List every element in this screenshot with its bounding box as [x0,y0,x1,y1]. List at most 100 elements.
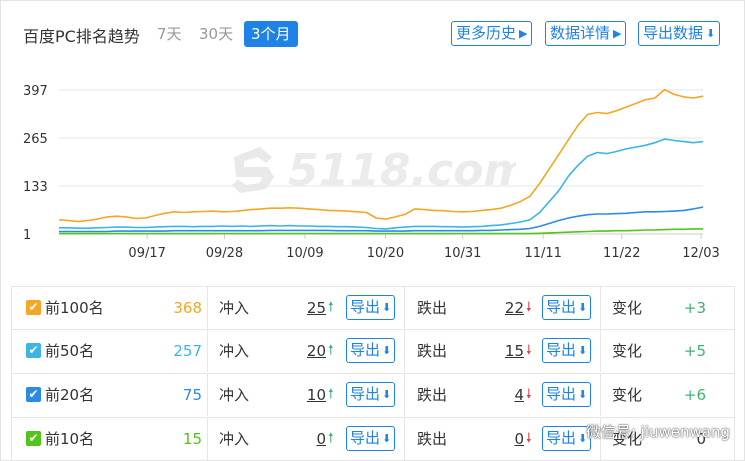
check-icon[interactable]: ✔ [26,431,41,446]
export-label: 导出 [350,385,381,403]
check-icon[interactable]: ✔ [26,300,41,315]
data-details-button[interactable]: 数据详情 ▶ [545,21,627,46]
arrow-down-icon: 🠗 [526,300,532,315]
row-count: 257 [173,342,202,360]
trend-chart: 397 265 133 1 09/17 09/28 10/09 10/20 10/31 11/11… [11,63,735,279]
x-tick-label: 11/22 [603,246,640,261]
panel-title: 百度PC排名趋势 [23,27,140,46]
in-label: 冲入 [219,430,250,448]
divider [207,418,208,460]
export-label: 导出 [546,341,577,359]
export-out-button[interactable]: 导出 ⬇ [542,338,592,363]
row-label: 前50名 [45,342,95,360]
export-in-button[interactable]: 导出 ⬇ [346,295,396,320]
export-label: 导出 [350,298,381,316]
divider [600,330,601,372]
export-out-button[interactable]: 导出 ⬇ [542,426,592,451]
row-count: 15 [182,430,202,448]
divider [207,330,208,372]
change-value: +5 [683,342,706,360]
divider [600,287,601,329]
check-icon[interactable]: ✔ [26,343,41,358]
tab-3-months[interactable]: 3个月 [244,21,298,47]
y-tick-label: 1 [23,228,31,243]
check-icon[interactable]: ✔ [26,387,41,402]
export-data-button[interactable]: 导出数据 ⬇ [638,21,721,46]
export-in-button[interactable]: 导出 ⬇ [346,338,396,363]
in-label: 冲入 [219,342,250,360]
divider [600,374,601,416]
download-icon: ⬇ [382,432,392,445]
in-value[interactable]: 25 [296,287,326,329]
download-icon: ⬇ [382,388,392,401]
in-value[interactable]: 20 [296,330,326,372]
divider [207,374,208,416]
out-label: 跌出 [417,386,448,404]
export-data-label: 导出数据 [643,24,704,42]
divider [404,374,405,416]
tab-30-days[interactable]: 30天 [195,21,237,47]
arrow-up-icon: 🠕 [328,300,334,315]
export-label: 导出 [546,385,577,403]
x-tick-label: 10/31 [444,246,481,261]
download-icon: ⬇ [578,301,588,314]
x-tick-label: 10/20 [367,246,404,261]
stats-row: ✔ 前100名 368 冲入 25 🠕 导出 ⬇ 跌出 22 🠗 导出 ⬇ 变化 +… [11,286,735,330]
x-tick-label: 09/28 [206,246,243,261]
x-tick-label: 09/17 [128,246,165,261]
out-label: 跌出 [417,342,448,360]
more-history-button[interactable]: 更多历史 ▶ [451,21,533,46]
in-label: 冲入 [219,299,250,317]
x-tick-label: 12/03 [682,246,719,261]
out-label: 跌出 [417,430,448,448]
out-value[interactable]: 0 [494,418,524,460]
play-icon: ▶ [519,27,528,40]
export-in-button[interactable]: 导出 ⬇ [346,426,396,451]
x-tick-label: 11/11 [524,246,561,261]
change-label: 变化 [612,342,643,360]
download-icon: ⬇ [578,388,588,401]
arrow-up-icon: 🠕 [328,387,334,402]
panel-header: 百度PC排名趋势 7天 30天 3个月 更多历史 ▶ 数据详情 ▶ 导出数据 ⬇ [1,1,744,61]
row-count: 368 [173,299,202,317]
export-label: 导出 [350,341,381,359]
play-icon: ▶ [613,27,622,40]
export-label: 导出 [350,429,381,447]
stats-row: ✔ 前50名 257 冲入 20 🠕 导出 ⬇ 跌出 15 🠗 导出 ⬇ 变化 +5 [11,330,735,374]
export-label: 导出 [546,429,577,447]
x-tick-label: 10/09 [286,246,323,261]
arrow-up-icon: 🠕 [328,431,334,446]
row-label: 前100名 [45,299,104,317]
arrow-down-icon: 🠗 [526,431,532,446]
change-label: 变化 [612,386,643,404]
more-history-label: 更多历史 [456,24,517,42]
export-out-button[interactable]: 导出 ⬇ [542,382,592,407]
download-icon: ⬇ [706,27,716,40]
export-out-button[interactable]: 导出 ⬇ [542,295,592,320]
series-line [58,88,704,223]
in-value[interactable]: 10 [296,374,326,416]
out-value[interactable]: 15 [494,330,524,372]
change-value: +3 [683,299,706,317]
data-details-label: 数据详情 [550,24,611,42]
export-in-button[interactable]: 导出 ⬇ [346,382,396,407]
divider [207,287,208,329]
download-icon: ⬇ [382,301,392,314]
in-label: 冲入 [219,386,250,404]
tab-7-days[interactable]: 7天 [153,21,186,47]
row-label: 前20名 [45,386,95,404]
out-value[interactable]: 22 [494,287,524,329]
out-value[interactable]: 4 [494,374,524,416]
in-value[interactable]: 0 [296,418,326,460]
row-label: 前10名 [45,430,95,448]
y-tick-label: 265 [23,132,48,147]
out-label: 跌出 [417,299,448,317]
download-icon: ⬇ [382,344,392,357]
arrow-down-icon: 🠗 [526,387,532,402]
divider [404,418,405,460]
wechat-watermark: 微信号: jiuwenwang [585,423,730,441]
export-label: 导出 [546,298,577,316]
download-icon: ⬇ [578,344,588,357]
ranking-trend-panel: 百度PC排名趋势 7天 30天 3个月 更多历史 ▶ 数据详情 ▶ 导出数据 ⬇ 39… [0,0,745,461]
divider [404,330,405,372]
